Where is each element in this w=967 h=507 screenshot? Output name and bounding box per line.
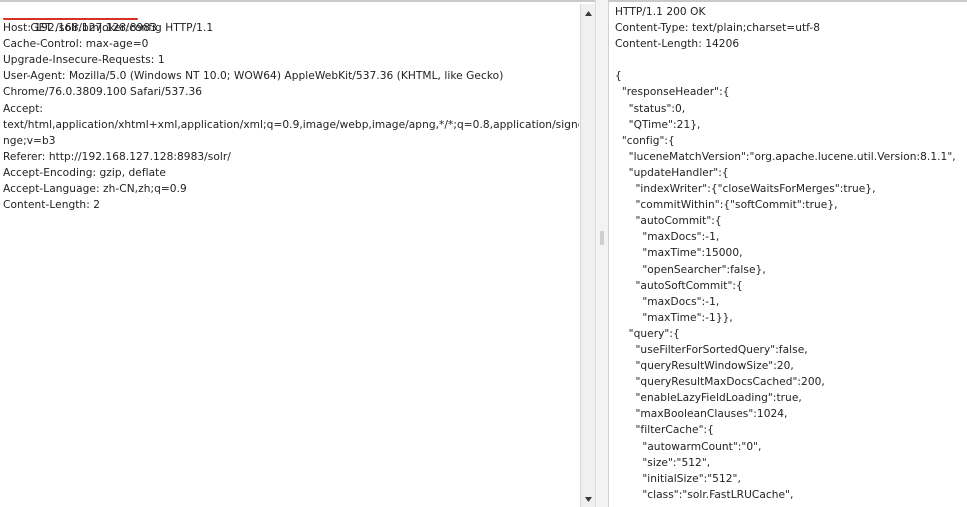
response-line: "autowarmCount":"0", [615,440,762,453]
request-header-line: Cache-Control: max-age=0 [3,38,149,51]
request-header-line: Chrome/76.0.3809.100 Safari/537.36 [3,86,203,99]
grip-icon[interactable] [600,231,604,245]
response-line: Content-Length: 14206 [615,38,740,51]
request-pane[interactable]: GET /solr/bmjoker/config HTTP/1.1 Host: … [0,0,595,507]
response-line: "filterCache":{ [615,424,714,437]
request-header-line: User-Agent: Mozilla/5.0 (Windows NT 10.0… [3,70,504,83]
request-line-underline [3,18,138,20]
response-line: "status":0, [615,102,686,115]
request-header-line: Content-Length: 2 [3,199,101,212]
response-line: "query":{ [615,327,680,340]
request-header-line: Referer: http://192.168.127.128:8983/sol… [3,150,231,163]
request-line-text: GET /solr/bmjoker/config HTTP/1.1 [30,22,214,35]
response-pane[interactable]: HTTP/1.1 200 OK Content-Type: text/plain;… [608,0,967,507]
response-line: "responseHeader":{ [615,86,730,99]
http-message-viewer: GET /solr/bmjoker/config HTTP/1.1 Host: … [0,0,967,507]
response-line: "updateHandler":{ [615,166,729,179]
request-header-line: Accept-Encoding: gzip, deflate [3,166,166,179]
response-line [615,52,966,68]
request-header-line: nge;v=b3 [3,134,56,147]
response-line: "config":{ [615,134,675,147]
request-text-area[interactable]: GET /solr/bmjoker/config HTTP/1.1 Host: … [3,4,579,507]
response-line: "queryResultWindowSize":20, [615,360,794,373]
response-line: "maxTime":-1}}, [615,311,733,324]
request-line: GET /solr/bmjoker/config HTTP/1.1 [3,4,579,34]
arrow-up-icon [584,10,592,16]
response-line: "maxDocs":-1, [615,231,720,244]
response-line: "queryResultMaxDocsCached":200, [615,376,825,389]
response-line: Content-Type: text/plain;charset=utf-8 [615,22,821,35]
response-line: "autoSoftCommit":{ [615,279,743,292]
response-line: "maxBooleanClauses":1024, [615,408,788,421]
response-line: "QTime":21}, [615,118,701,131]
response-line: "openSearcher":false}, [615,263,766,276]
request-header-line: Accept: [3,102,44,115]
response-line: "initialSize":"512", [615,472,741,485]
response-line: "useFilterForSortedQuery":false, [615,343,808,356]
request-header-line: text/html,application/xhtml+xml,applicat… [3,118,579,131]
response-line: "maxDocs":-1, [615,295,720,308]
request-header-lines: Host: 192.168.127.128:8983 Cache-Control:… [3,20,579,213]
response-line: HTTP/1.1 200 OK [615,6,706,18]
response-body-lines: HTTP/1.1 200 OK Content-Type: text/plain;… [615,4,966,503]
pane-splitter[interactable] [595,0,609,507]
response-line: "indexWriter":{"closeWaitsForMerges":tru… [615,183,876,196]
request-header-line: Accept-Language: zh-CN,zh;q=0.9 [3,183,187,196]
request-scrollbar[interactable] [580,4,595,507]
response-text-area[interactable]: HTTP/1.1 200 OK Content-Type: text/plain;… [615,4,966,507]
response-line: "commitWithin":{"softCommit":true}, [615,199,838,212]
arrow-down-icon [584,496,592,502]
request-scroll-down-button[interactable] [581,492,595,506]
response-line: { [615,70,622,83]
response-line: "luceneMatchVersion":"org.apache.lucene.… [615,150,956,163]
request-scroll-up-button[interactable] [581,6,595,20]
request-scroll-track[interactable] [582,22,594,489]
response-line: "size":"512", [615,456,711,469]
response-line: "enableLazyFieldLoading":true, [615,392,802,405]
request-header-line: Upgrade-Insecure-Requests: 1 [3,54,165,67]
response-line: "autoCommit":{ [615,215,722,228]
response-line: "maxTime":15000, [615,247,743,260]
response-line: "class":"solr.FastLRUCache", [615,488,794,501]
